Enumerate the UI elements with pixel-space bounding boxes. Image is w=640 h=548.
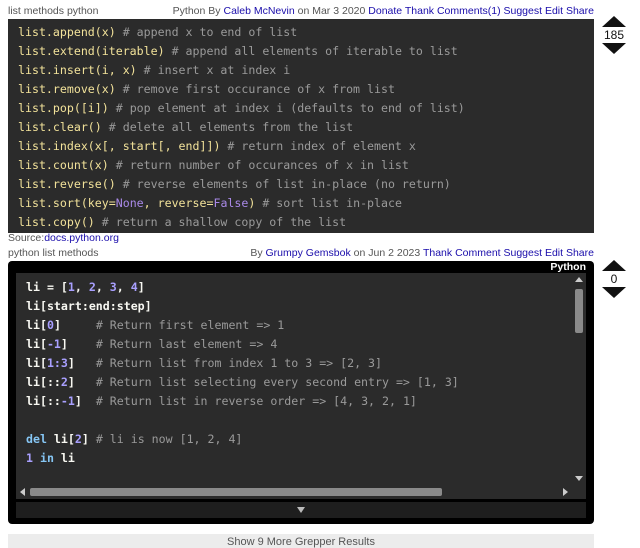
scroll-up-arrow-icon[interactable] bbox=[575, 277, 583, 282]
code-line: list.extend(iterable) # append all eleme… bbox=[18, 44, 458, 58]
answer-2-date: Jun 2 2023 bbox=[368, 247, 421, 259]
answer-2-share-link[interactable]: Share bbox=[566, 247, 594, 259]
answer-1-comments-link[interactable]: Comments(1) bbox=[437, 5, 501, 17]
code-line: list.index(x[, start[, end]]) # return i… bbox=[18, 139, 416, 153]
answer-2-title: python list methods bbox=[8, 247, 99, 259]
answer-1-source: Source:docs.python.org bbox=[8, 232, 119, 244]
answer-2-info: By Grumpy Gemsbok on Jun 2 2023 Thank Co… bbox=[250, 247, 594, 259]
answer-2-author-link[interactable]: Grumpy Gemsbok bbox=[266, 247, 351, 259]
code-line: list.copy() # return a shallow copy of t… bbox=[18, 215, 347, 229]
code-line: li[::2] # Return list selecting every se… bbox=[26, 375, 459, 389]
scroll-down-arrow-icon[interactable] bbox=[575, 476, 583, 481]
vertical-scroll-thumb[interactable] bbox=[575, 289, 583, 333]
answer-1-on: on bbox=[297, 5, 310, 17]
answer-2-on: on bbox=[353, 247, 366, 259]
answer-1-share-link[interactable]: Share bbox=[566, 5, 594, 17]
downvote-arrow-icon[interactable] bbox=[602, 43, 626, 54]
code-line: list.clear() # delete all elements from … bbox=[18, 120, 354, 134]
language-tag: Python bbox=[550, 261, 586, 273]
code-line: 1 in li bbox=[26, 451, 75, 465]
answer-1: list methods python Python By Caleb McNe… bbox=[8, 4, 594, 233]
chevron-down-icon bbox=[297, 507, 305, 513]
scroll-right-arrow-icon[interactable] bbox=[563, 488, 568, 496]
answer-2-suggest-edit-link[interactable]: Suggest Edit bbox=[504, 247, 564, 259]
code-line: del li[2] # li is now [1, 2, 4] bbox=[26, 432, 243, 446]
upvote-arrow-icon[interactable] bbox=[602, 260, 626, 271]
answer-1-date: Mar 3 2020 bbox=[312, 5, 366, 17]
answer-1-code-block[interactable]: list.append(x) # append x to end of list… bbox=[8, 19, 594, 233]
answer-2-by: By bbox=[250, 247, 263, 259]
answer-1-meta: list methods python Python By Caleb McNe… bbox=[8, 4, 594, 18]
code-editor[interactable]: li = [1, 2, 3, 4] li[start:end:step] li[0]… bbox=[16, 273, 586, 499]
code-line: li[1:3] # Return list from index 1 to 3 … bbox=[26, 356, 383, 370]
answer-2-comment-link[interactable]: Comment bbox=[455, 247, 501, 259]
code-line: list.remove(x) # remove first occurance … bbox=[18, 82, 395, 96]
upvote-arrow-icon[interactable] bbox=[602, 16, 626, 27]
code-line: li[::-1] # Return list in reverse order … bbox=[26, 394, 417, 408]
answer-2-thank-link[interactable]: Thank bbox=[423, 247, 452, 259]
scroll-left-arrow-icon[interactable] bbox=[20, 488, 25, 496]
answer-2-code-block[interactable]: li = [1, 2, 3, 4] li[start:end:step] li[0]… bbox=[16, 273, 572, 485]
answer-1-vote-count: 185 bbox=[603, 28, 625, 42]
answer-1-info: Python By Caleb McNevin on Mar 3 2020 Do… bbox=[173, 5, 594, 17]
answer-1-author-link[interactable]: Caleb McNevin bbox=[223, 5, 294, 17]
code-line: li = [1, 2, 3, 4] bbox=[26, 280, 145, 294]
horizontal-scrollbar[interactable] bbox=[16, 485, 572, 499]
code-line: list.count(x) # return number of occuran… bbox=[18, 158, 409, 172]
answer-1-thank-link[interactable]: Thank bbox=[405, 5, 434, 17]
answer-1-by: By bbox=[208, 5, 221, 17]
code-line: list.append(x) # append x to end of list bbox=[18, 25, 298, 39]
answer-2-vote-widget: 0 bbox=[600, 260, 628, 298]
source-label: Source: bbox=[8, 232, 45, 244]
answer-1-title: list methods python bbox=[8, 5, 99, 17]
answer-2-meta: python list methods By Grumpy Gemsbok on… bbox=[8, 246, 594, 260]
source-link[interactable]: docs.python.org bbox=[44, 232, 119, 244]
answer-1-suggest-edit-link[interactable]: Suggest Edit bbox=[504, 5, 564, 17]
code-line: li[-1] # Return last element => 4 bbox=[26, 337, 278, 351]
answer-1-donate-link[interactable]: Donate bbox=[368, 5, 402, 17]
answer-2-code-frame: Python li = [1, 2, 3, 4] li[start:end:ste… bbox=[8, 261, 594, 524]
expand-code-button[interactable] bbox=[16, 502, 586, 518]
horizontal-scroll-thumb[interactable] bbox=[30, 488, 442, 496]
vertical-scrollbar[interactable] bbox=[572, 273, 586, 485]
downvote-arrow-icon[interactable] bbox=[602, 287, 626, 298]
code-line: list.reverse() # reverse elements of lis… bbox=[18, 177, 451, 191]
code-line: list.insert(i, x) # insert x at index i bbox=[18, 63, 291, 77]
code-line: li[start:end:step] bbox=[26, 299, 152, 313]
code-line: li[0] # Return first element => 1 bbox=[26, 318, 285, 332]
answer-1-language: Python bbox=[172, 5, 206, 17]
answer-2: python list methods By Grumpy Gemsbok on… bbox=[8, 246, 594, 524]
show-more-results-button[interactable]: Show 9 More Grepper Results bbox=[8, 534, 594, 548]
code-line: list.pop([i]) # pop element at index i (… bbox=[18, 101, 465, 115]
answer-1-vote-widget: 185 bbox=[600, 16, 628, 54]
answer-2-vote-count: 0 bbox=[610, 272, 618, 286]
scrollbar-corner bbox=[572, 485, 586, 499]
code-line: list.sort(key=None, reverse=False) # sor… bbox=[18, 196, 402, 210]
